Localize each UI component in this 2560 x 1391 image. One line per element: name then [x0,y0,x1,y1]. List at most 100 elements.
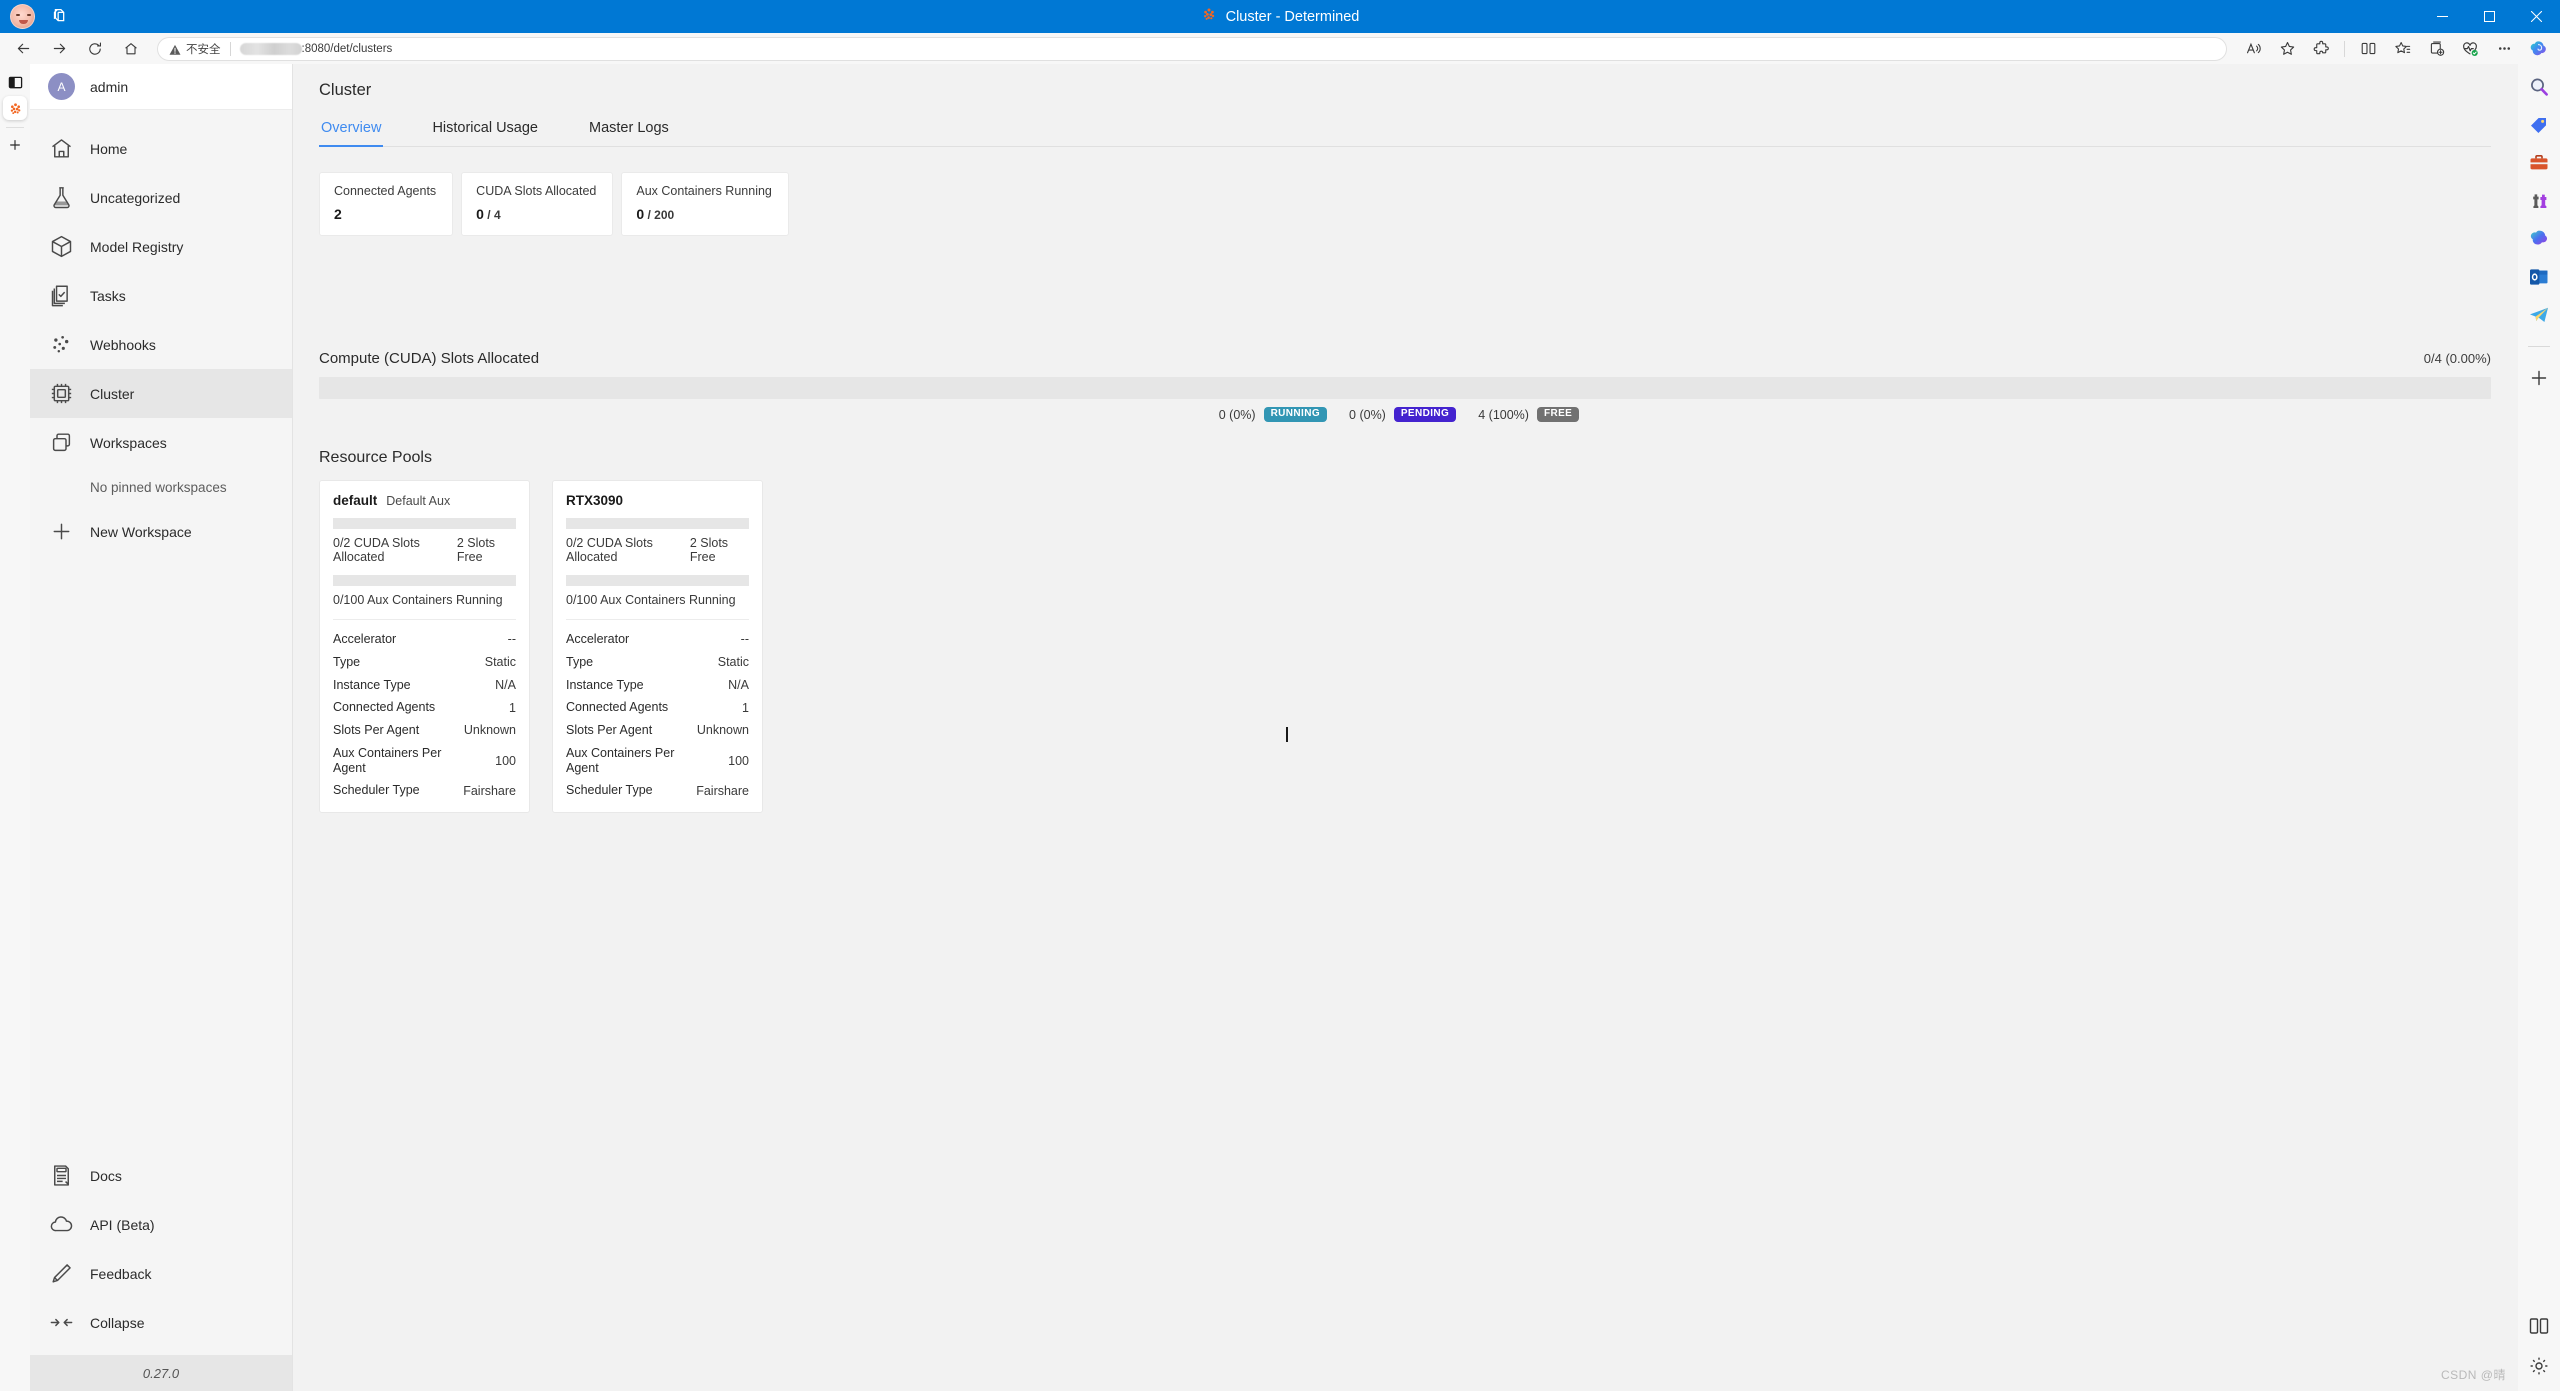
maximize-button[interactable] [2466,0,2513,33]
split-screen-icon[interactable] [2352,35,2384,63]
sidebar-user[interactable]: A admin [30,64,292,110]
new-tab-button[interactable] [3,133,27,157]
pool-row-key: Scheduler Type [566,783,653,798]
pool-aux-text: 0/100 Aux Containers Running [333,593,503,607]
sidebar-item-collapse[interactable]: Collapse [30,1298,292,1347]
security-status-text: 不安全 [186,43,221,56]
sidebar-item-api[interactable]: API (Beta) [30,1200,292,1249]
edge-sidebar-bottom [2518,1315,2560,1391]
warning-triangle-icon [169,43,181,55]
pool-row-instance-type: Instance Type N/A [566,674,749,697]
resource-pool-card-rtx3090[interactable]: RTX3090 0/2 CUDA Slots Allocated 2 Slots… [552,480,763,813]
sidebar-item-label: Feedback [90,1265,152,1282]
forward-arrow-icon[interactable] [43,35,75,63]
favorites-list-icon[interactable] [2386,35,2418,63]
sidebar-item-label: Home [90,140,128,157]
cube-icon [48,233,75,260]
sidebar-item-new-workspace[interactable]: New Workspace [30,507,292,556]
read-aloud-icon[interactable] [2237,35,2269,63]
sidebar-item-uncategorized[interactable]: Uncategorized [30,173,292,222]
page-title: Cluster [319,81,372,99]
determined-brain-icon [1201,6,1217,27]
tab-panel-toggle-icon[interactable] [3,70,27,94]
sidebar-item-label: New Workspace [90,523,192,540]
pool-slots-bar [566,518,749,529]
sidebar-no-pinned-workspaces: No pinned workspaces [90,479,227,495]
minimize-button[interactable] [2419,0,2466,33]
app-sidebar: A admin Home Uncategorized Model Registr… [30,64,293,1391]
tab-overview[interactable]: Overview [319,120,384,147]
pool-row-key: Connected Agents [333,700,436,715]
back-arrow-icon[interactable] [7,35,39,63]
sidebar-item-docs[interactable]: Docs [30,1151,292,1200]
ellipsis-icon[interactable] [2488,35,2520,63]
sidebar-add-button[interactable] [2528,367,2550,389]
home-icon[interactable] [115,35,147,63]
sidebar-item-label: Cluster [90,385,135,402]
tab-historical-usage[interactable]: Historical Usage [430,120,540,146]
browser-tab-determined[interactable] [3,96,27,120]
outlook-icon[interactable] [2528,266,2550,288]
cloud-icon [48,1211,75,1238]
microsoft-365-icon[interactable] [2528,228,2550,250]
gear-icon[interactable] [2528,1355,2550,1377]
address-bar[interactable]: 不安全 :8080/det/clusters [157,36,2227,61]
pool-row-key: Scheduler Type [333,783,420,798]
sidebar-item-label: API (Beta) [90,1216,155,1233]
pool-slots-free: 2 Slots Free [456,536,496,564]
pool-row-key: Connected Agents [566,700,669,715]
sidebar-item-webhooks[interactable]: Webhooks [30,320,292,369]
close-button[interactable] [2513,0,2560,33]
sidebar-item-feedback[interactable]: Feedback [30,1249,292,1298]
browser-essentials-icon[interactable] [2454,35,2486,63]
games-icon[interactable] [2528,190,2550,212]
refresh-icon[interactable] [79,35,111,63]
tab-master-logs[interactable]: Master Logs [587,120,671,146]
stat-number: 0 [636,206,645,222]
profile-avatar[interactable] [10,4,35,29]
window-title-text: Cluster - Determined [1225,8,1360,25]
copilot-icon[interactable] [2522,35,2554,63]
puzzle-piece-icon[interactable] [2305,35,2337,63]
collections-add-icon[interactable] [2420,35,2452,63]
pool-row-key: Accelerator [566,632,630,646]
pool-slots-text: 0/2 CUDA Slots Allocated [566,536,653,564]
main-tabs: Overview Historical Usage Master Logs [319,120,2491,147]
workspaces-cubes-icon[interactable] [49,6,71,28]
pool-row-key: Accelerator [333,632,397,646]
tools-briefcase-icon[interactable] [2528,152,2550,174]
status-badge-free: FREE [1536,407,1580,422]
pool-row-connected-agents: Connected Agents 1 [566,696,749,719]
search-icon[interactable] [2528,76,2550,98]
resource-pools-title: Resource Pools [319,449,432,466]
redacted-host [239,42,302,55]
edge-sidebar-divider [2528,346,2550,347]
sidebar-item-cluster[interactable]: Cluster [30,369,292,418]
pool-row-scheduler-type: Scheduler Type Fairshare [566,779,749,802]
legend-count: 0 (0%) [1218,407,1256,422]
sidebar-nav-list: Home Uncategorized Model Registry Tasks [30,110,292,556]
pool-row-value: 1 [742,700,749,715]
tasks-icon [48,282,75,309]
sidebar-item-home[interactable]: Home [30,124,292,173]
telegram-icon[interactable] [2528,304,2550,326]
pool-row-aux-containers-per-agent: Aux Containers Per Agent 100 [566,742,749,780]
star-outline-icon[interactable] [2271,35,2303,63]
stat-label: Connected Agents [334,184,437,198]
shopping-tag-icon[interactable] [2528,114,2550,136]
edge-sidebar [2518,64,2560,1391]
split-screen-icon[interactable] [2528,1315,2550,1337]
sidebar-item-workspaces[interactable]: Workspaces [30,418,292,467]
pool-row-scheduler-type: Scheduler Type Fairshare [333,779,516,802]
pool-row-key: Instance Type [333,677,411,692]
legend-count: 4 (100%) [1478,407,1529,422]
window-controls [2419,0,2560,33]
pool-name: RTX3090 [566,493,624,508]
sidebar-item-label: Webhooks [90,336,156,353]
sidebar-bottom-list: Docs API (Beta) Feedback Collapse [30,1151,292,1355]
sidebar-item-label: Uncategorized [90,189,181,206]
sidebar-item-model-registry[interactable]: Model Registry [30,222,292,271]
resource-pool-card-default[interactable]: default Default Aux 0/2 CUDA Slots Alloc… [319,480,530,813]
sidebar-item-tasks[interactable]: Tasks [30,271,292,320]
